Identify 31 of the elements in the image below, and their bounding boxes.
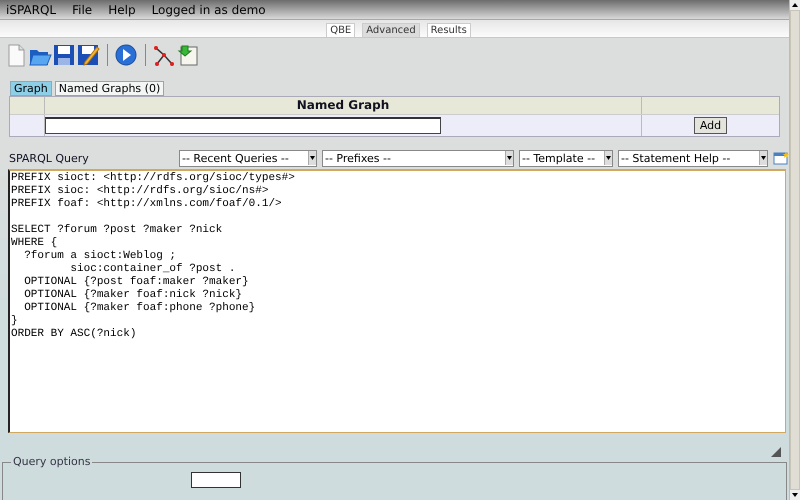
caret-icon[interactable] [606,156,611,160]
add-button[interactable]: Add [694,116,728,134]
caret-icon[interactable] [507,156,512,160]
play-icon[interactable] [115,44,138,67]
input-field[interactable] [45,116,441,134]
import-page-icon[interactable] [177,44,200,67]
dropdown[interactable]: -- Template -- [519,150,613,167]
view-tab[interactable]: Results [426,22,471,37]
dropdown[interactable]: -- Statement Help -- [618,150,768,167]
query-editor[interactable]: PREFIX sioct: <http://rdfs.org/sioc/types#> PREFIX sioc: <http://rdfs.org/sioc/ns#> PREFIX foaf: <http://xmlns.com/foaf/0.1/> SELECT ?forum ?post ?maker ?nick WHERE { ?forum a sioct:Weblog ; sioc:container_of ?post . OPTIONAL {?post foaf:maker ?maker} OPTIONAL {?maker foaf:nick ?nick} OPTIONAL {?maker foaf:phone ?phone} } ORDER BY ASC(?nick) [8,169,786,434]
graph-tab[interactable]: Graph [10,80,52,96]
caret-icon[interactable] [310,156,315,160]
dropdown[interactable]: -- Prefixes -- [322,150,514,167]
view-tab[interactable]: QBE [326,22,356,37]
caret-icon[interactable] [761,156,766,160]
scroll-up-icon[interactable] [790,0,800,10]
query-label: SPARQL Query [9,152,90,165]
view-tab[interactable]: Advanced [362,22,420,37]
login-status: Logged in as demo [152,2,266,17]
graph-nodes-icon[interactable] [153,44,176,67]
scrollbar[interactable] [789,0,800,500]
dropdown[interactable]: -- Recent Queries -- [179,150,317,167]
menu-item[interactable]: File [72,2,92,17]
menu-item[interactable]: Help [108,2,136,17]
graph-tab[interactable]: Named Graphs (0) [54,80,164,96]
input-field[interactable] [191,472,241,488]
menu-item[interactable]: iSPARQL [6,2,56,17]
scroll-down-icon[interactable] [790,490,800,500]
floppy-pencil-icon[interactable] [77,44,100,67]
resize-handle-icon[interactable] [771,447,781,458]
panel-legend: Query options [11,455,92,468]
